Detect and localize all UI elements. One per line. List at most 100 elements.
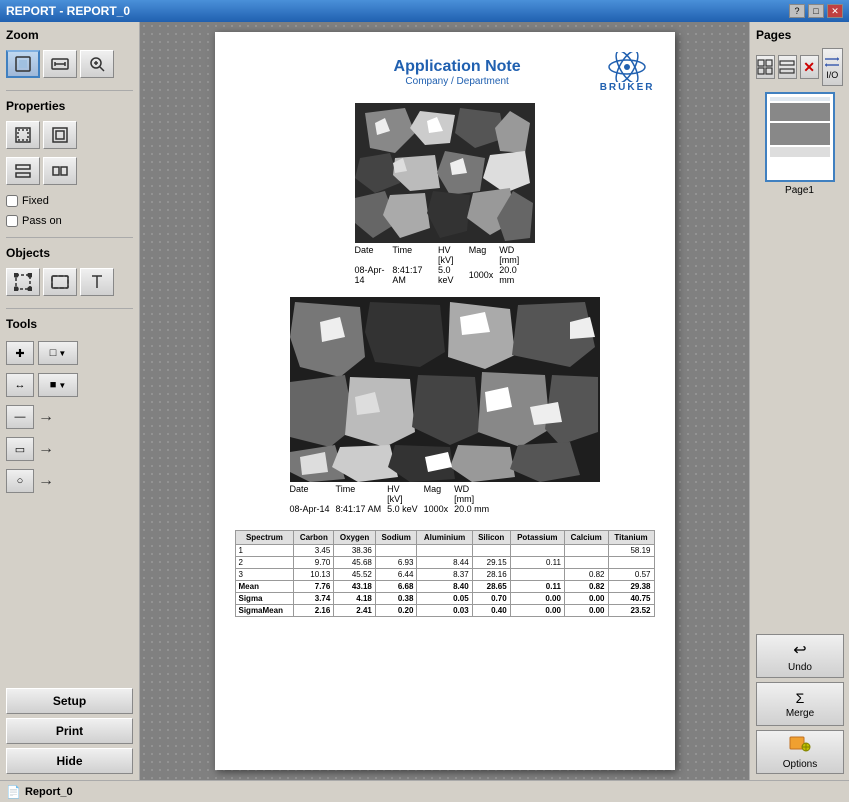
date-val-1: 08-Apr-14 <box>355 265 393 285</box>
col-carbon: Carbon <box>294 531 334 545</box>
zoom-page-btn[interactable] <box>6 50 40 78</box>
zoom-magnify-btn[interactable] <box>80 50 114 78</box>
date-label-1: Date <box>355 245 393 255</box>
hv-unit-1 <box>355 255 393 265</box>
table-row: 29.7045.686.938.4429.150.11 <box>235 557 654 569</box>
status-page-icon: 📄 <box>6 785 21 799</box>
image2-metadata: Date Time HV Mag WD [kV] [mm] <box>290 484 600 514</box>
mag-unit-2 <box>424 494 455 504</box>
object-select-btn[interactable] <box>6 268 40 296</box>
wd-unit-2: [mm] <box>454 494 495 504</box>
tool-circle-btn[interactable]: ○ <box>6 469 34 493</box>
time-unit-1 <box>392 255 438 265</box>
merge-button[interactable]: Σ Merge <box>756 682 844 726</box>
hv-val-1: 5.0 keV <box>438 265 469 285</box>
page-grid-btn[interactable] <box>756 55 775 79</box>
page-list-btn[interactable] <box>778 55 797 79</box>
table-cell: 2 <box>235 557 294 569</box>
zoom-width-btn[interactable] <box>43 50 77 78</box>
io-label: I/O <box>826 70 838 80</box>
object-text-btn[interactable] <box>80 268 114 296</box>
prop-select-btn[interactable] <box>6 121 40 149</box>
hv-unit-label-1: [kV] <box>438 255 469 265</box>
undo-button[interactable]: ↩ Undo <box>756 634 844 678</box>
pass-on-label: Pass on <box>22 215 62 227</box>
page1-thumbnail[interactable] <box>765 92 835 182</box>
table-cell: 43.18 <box>334 581 376 593</box>
table-cell <box>564 557 608 569</box>
table-cell <box>608 557 654 569</box>
tool-square-btn[interactable]: □ ▼ <box>38 341 78 365</box>
window-title: REPORT - REPORT_0 <box>6 4 130 18</box>
table-cell: 0.00 <box>510 605 564 617</box>
tool-cross-btn[interactable]: ✚ <box>6 341 34 365</box>
date-val-2: 08-Apr-14 <box>290 504 336 514</box>
table-cell: 2.41 <box>334 605 376 617</box>
prop-align-btn[interactable] <box>6 157 40 185</box>
fixed-checkbox[interactable] <box>6 195 18 207</box>
table-cell: 58.19 <box>608 545 654 557</box>
status-bar: 📄 Report_0 <box>0 780 849 802</box>
page-delete-btn[interactable]: ✕ <box>800 55 819 79</box>
restore-button[interactable]: □ <box>808 4 824 18</box>
table-cell: 28.16 <box>472 569 510 581</box>
sem-image-2 <box>290 297 600 482</box>
tool-move-btn[interactable]: ↔ <box>6 373 34 397</box>
page1-label: Page1 <box>785 185 814 196</box>
table-row: 13.4538.3658.19 <box>235 545 654 557</box>
fixed-checkbox-row: Fixed <box>6 195 133 207</box>
canvas-area[interactable]: Application Note Company / Department BR… <box>140 22 749 780</box>
table-cell: 45.52 <box>334 569 376 581</box>
col-sodium: Sodium <box>375 531 417 545</box>
tool-row-3: — → <box>6 405 133 429</box>
wd-label-2: WD <box>454 484 495 494</box>
table-cell: 45.68 <box>334 557 376 569</box>
hv-val-2: 5.0 keV <box>387 504 424 514</box>
table-cell <box>472 545 510 557</box>
table-cell: 0.20 <box>375 605 417 617</box>
table-cell: 0.11 <box>510 557 564 569</box>
print-button[interactable]: Print <box>6 718 133 744</box>
table-cell: 29.15 <box>472 557 510 569</box>
tool-row-2: ↔ ■ ▼ <box>6 373 133 397</box>
time-label-1: Time <box>392 245 438 255</box>
table-cell: 0.00 <box>564 605 608 617</box>
objects-section-title: Objects <box>6 246 133 260</box>
undo-label: Undo <box>788 662 812 673</box>
tool-dash-btn[interactable]: — <box>6 405 34 429</box>
table-cell: 8.44 <box>417 557 472 569</box>
tool-rect-btn[interactable]: ▭ <box>6 437 34 461</box>
sem-image-1 <box>355 103 535 243</box>
prop-frame-btn[interactable] <box>43 121 77 149</box>
col-potassium: Potassium <box>510 531 564 545</box>
tool-fill-btn[interactable]: ■ ▼ <box>38 373 78 397</box>
close-button[interactable]: ✕ <box>827 4 843 18</box>
hv-unit-label-2: [kV] <box>387 494 424 504</box>
page-thumbnails: Page1 <box>756 92 843 196</box>
merge-icon: Σ <box>796 690 805 706</box>
status-report-label: Report_0 <box>25 786 73 798</box>
sem-image-1-svg <box>355 103 535 243</box>
hide-button[interactable]: Hide <box>6 748 133 774</box>
table-cell: 0.57 <box>608 569 654 581</box>
io-button[interactable]: I/O <box>822 48 843 86</box>
setup-button[interactable]: Setup <box>6 688 133 714</box>
pass-on-checkbox[interactable] <box>6 215 18 227</box>
table-cell: 6.68 <box>375 581 417 593</box>
app-note-subtitle: Company / Department <box>394 76 521 87</box>
table-cell: 3.45 <box>294 545 334 557</box>
table-cell: Sigma <box>235 593 294 605</box>
hv-label-1: HV <box>438 245 469 255</box>
time-label-2: Time <box>336 484 388 494</box>
table-cell: 8.37 <box>417 569 472 581</box>
options-button[interactable]: Options <box>756 730 844 774</box>
pages-title: Pages <box>756 28 843 42</box>
table-cell: 0.82 <box>564 569 608 581</box>
prop-distribute-btn[interactable] <box>43 157 77 185</box>
time-val-2: 8:41:17 AM <box>336 504 388 514</box>
bruker-logo: BRUKER <box>600 52 655 93</box>
table-cell: SigmaMean <box>235 605 294 617</box>
help-button[interactable]: ? <box>789 4 805 18</box>
report-page: Application Note Company / Department BR… <box>215 32 675 770</box>
object-image-btn[interactable] <box>43 268 77 296</box>
